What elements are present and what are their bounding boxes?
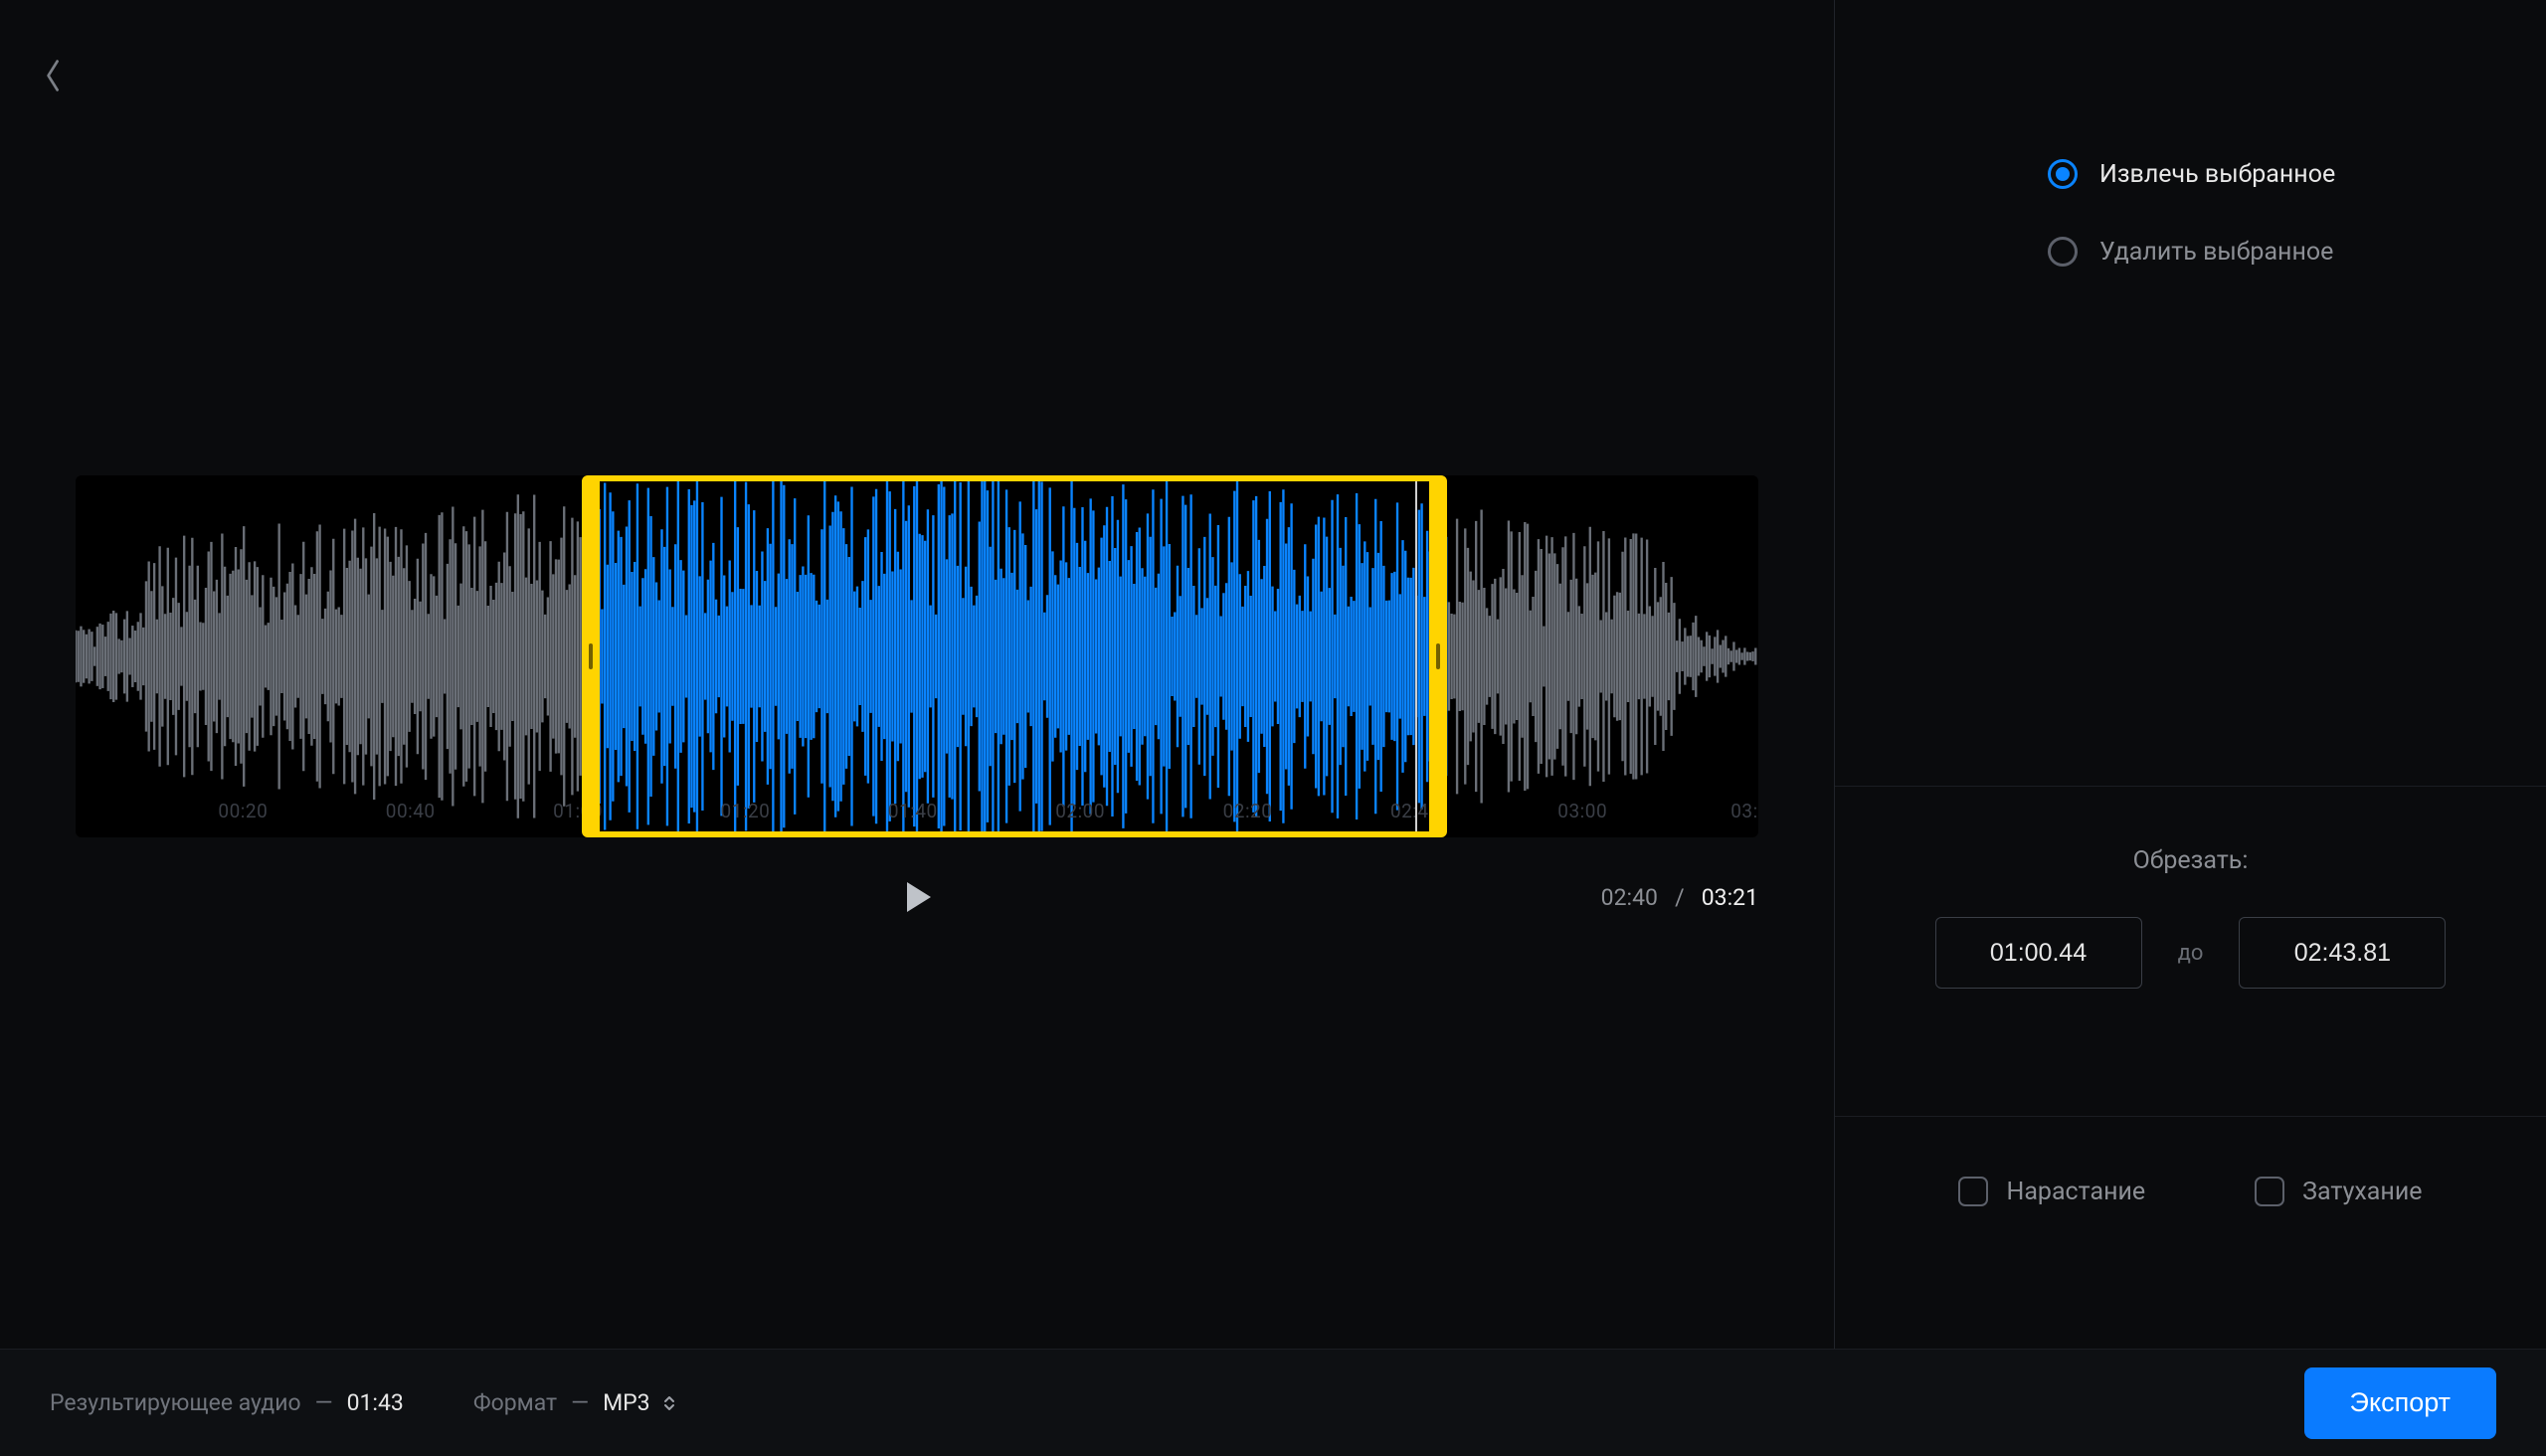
editor-pane: 00:2000:4001:0001:2001:4002:0002:2002:40… <box>0 0 1834 1349</box>
fade-in-label: Нарастание <box>2006 1178 2145 1206</box>
dash: — <box>315 1389 333 1416</box>
play-icon <box>897 877 937 917</box>
trim-title: Обрезать: <box>1835 846 2546 875</box>
app-root: 00:2000:4001:0001:2001:4002:0002:2002:40… <box>0 0 2546 1456</box>
fade-out-label: Затухание <box>2302 1178 2422 1206</box>
main-row: 00:2000:4001:0001:2001:4002:0002:2002:40… <box>0 0 2546 1349</box>
trim-section: Обрезать: до <box>1835 786 2546 989</box>
result-duration: 01:43 <box>347 1389 404 1416</box>
time-separator <box>1664 884 1675 911</box>
trim-from-input[interactable] <box>1935 917 2142 989</box>
format-selector: Формат — MP3 <box>473 1389 676 1416</box>
export-button[interactable]: Экспорт <box>2304 1367 2496 1439</box>
current-time: 02:40 <box>1601 884 1658 911</box>
trim-to-label: до <box>2178 941 2204 966</box>
waveform-background: 00:2000:4001:0001:2001:4002:0002:2002:40… <box>76 475 1758 837</box>
waveform-svg <box>76 475 1758 837</box>
checkbox-box-icon <box>1958 1177 1988 1206</box>
mode-radio-group: Извлечь выбранное Удалить выбранное <box>1835 159 2546 267</box>
chevron-left-icon <box>43 58 65 93</box>
updown-chevron-icon <box>662 1393 676 1413</box>
result-label: Результирующее аудио <box>50 1389 301 1416</box>
side-panel: Извлечь выбранное Удалить выбранное Обрез… <box>1834 0 2546 1349</box>
radio-circle-icon <box>2048 237 2078 267</box>
radio-label: Удалить выбранное <box>2099 238 2333 267</box>
waveform-zone[interactable]: 00:2000:4001:0001:2001:4002:0002:2002:40… <box>76 475 1758 837</box>
result-audio-info: Результирующее аудио — 01:43 <box>50 1389 404 1416</box>
fade-out-checkbox[interactable]: Затухание <box>2255 1177 2422 1206</box>
dash: — <box>571 1389 589 1416</box>
mode-radio-extract[interactable]: Извлечь выбранное <box>2048 159 2546 189</box>
time-slash: / <box>1675 884 1685 911</box>
time-readout: 02:40 / 03:21 <box>1601 884 1758 911</box>
format-value: MP3 <box>603 1389 650 1416</box>
back-button[interactable] <box>34 56 74 95</box>
total-time: 03:21 <box>1702 884 1758 911</box>
play-button[interactable] <box>897 877 937 917</box>
format-label: Формат <box>473 1389 557 1416</box>
trim-row: до <box>1835 917 2546 989</box>
trim-to-input[interactable] <box>2239 917 2446 989</box>
playhead[interactable] <box>1415 481 1417 831</box>
format-value-button[interactable]: MP3 <box>603 1389 676 1416</box>
transport-bar: 02:40 / 03:21 <box>76 867 1758 927</box>
bottom-bar: Результирующее аудио — 01:43 Формат — MP… <box>0 1349 2546 1456</box>
checkbox-box-icon <box>2255 1177 2284 1206</box>
radio-label: Извлечь выбранное <box>2099 160 2335 189</box>
radio-circle-icon <box>2048 159 2078 189</box>
mode-radio-delete[interactable]: Удалить выбранное <box>2048 237 2546 267</box>
fade-row: Нарастание Затухание <box>1835 1116 2546 1206</box>
fade-in-checkbox[interactable]: Нарастание <box>1958 1177 2145 1206</box>
